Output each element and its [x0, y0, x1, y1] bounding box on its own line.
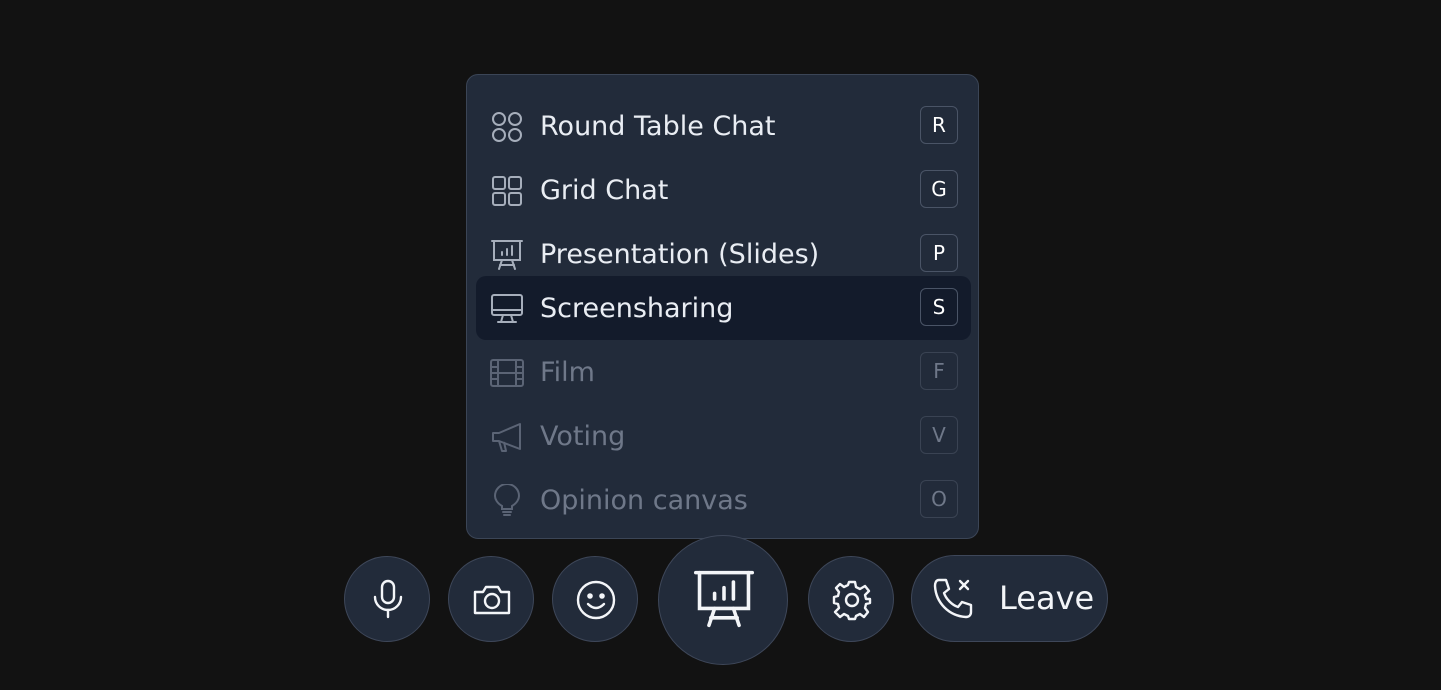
microphone-icon: [373, 579, 403, 619]
shortcut-key: S: [920, 288, 958, 326]
menu-item-label: Screensharing: [540, 293, 734, 324]
menu-item-voting[interactable]: Voting V: [476, 404, 971, 468]
monitor-icon: [490, 292, 524, 326]
menu-item-round-table-chat[interactable]: Round Table Chat R: [476, 94, 971, 158]
menu-item-opinion-canvas[interactable]: Opinion canvas O: [476, 468, 971, 532]
menu-item-label: Round Table Chat: [540, 111, 776, 142]
meeting-stage: Round Table Chat R Grid Chat G Presentat…: [0, 0, 1441, 690]
shortcut-key: O: [920, 480, 958, 518]
reactions-button[interactable]: [552, 556, 638, 642]
settings-button[interactable]: [808, 556, 894, 642]
camera-icon: [473, 585, 511, 615]
shortcut-key: G: [920, 170, 958, 208]
phone-hangup-icon: [933, 578, 973, 619]
menu-item-screensharing[interactable]: Screensharing S: [476, 276, 971, 340]
shortcut-key: F: [920, 352, 958, 390]
menu-item-label: Film: [540, 357, 595, 388]
menu-item-film[interactable]: Film F: [476, 340, 971, 404]
shortcut-key: V: [920, 416, 958, 454]
shortcut-key: P: [920, 234, 958, 272]
shortcut-key: R: [920, 106, 958, 144]
mode-menu-button[interactable]: [658, 535, 788, 665]
menu-item-grid-chat[interactable]: Grid Chat G: [476, 158, 971, 222]
camera-button[interactable]: [448, 556, 534, 642]
mode-menu: Round Table Chat R Grid Chat G Presentat…: [466, 74, 979, 539]
round-table-icon: [490, 110, 524, 144]
menu-item-label: Voting: [540, 421, 626, 452]
lightbulb-icon: [490, 484, 524, 518]
gear-icon: [832, 580, 872, 621]
presentation-icon: [490, 238, 524, 272]
smiley-icon: [576, 580, 616, 620]
presentation-icon: [693, 570, 755, 628]
megaphone-icon: [490, 420, 524, 454]
grid-icon: [490, 174, 524, 208]
menu-item-label: Opinion canvas: [540, 485, 748, 516]
leave-button[interactable]: Leave: [911, 555, 1108, 642]
microphone-button[interactable]: [344, 556, 430, 642]
leave-label: Leave: [999, 579, 1095, 617]
menu-item-label: Grid Chat: [540, 175, 669, 206]
film-icon: [490, 356, 524, 390]
